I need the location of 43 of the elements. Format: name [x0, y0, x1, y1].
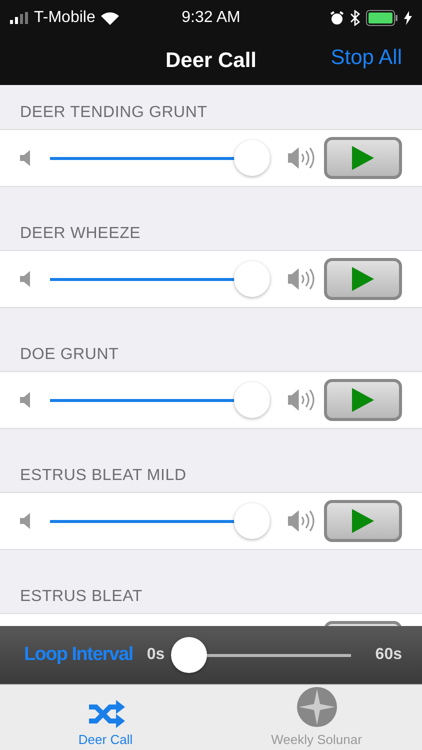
call-name: ESTRUS BLEAT: [20, 588, 142, 606]
speaker-loud-icon: [288, 268, 316, 290]
slider-thumb[interactable]: [170, 636, 207, 672]
screen-title: Deer Call: [165, 48, 257, 72]
play-icon: [352, 388, 374, 412]
bluetooth-icon: [350, 10, 360, 26]
signal-icon: [10, 12, 28, 24]
speaker-icon: [20, 149, 32, 167]
status-time: 9:32 AM: [182, 9, 240, 27]
call-name: DOE GRUNT: [20, 346, 119, 364]
play-button[interactable]: [324, 500, 402, 542]
speaker-icon: [20, 270, 32, 288]
play-button[interactable]: [324, 379, 402, 421]
slider-min-label: 0s: [146, 646, 165, 664]
play-icon: [352, 146, 374, 170]
slider-thumb[interactable]: [234, 382, 270, 418]
tab[interactable]: Weekly Solunar: [211, 685, 422, 750]
slider-thumb[interactable]: [234, 140, 270, 176]
slider-thumb[interactable]: [234, 502, 270, 538]
battery-icon: [366, 10, 398, 26]
speaker-icon: [20, 512, 32, 530]
speaker-icon: [20, 391, 32, 409]
call-name: ESTRUS BLEAT MILD: [20, 467, 186, 485]
alarm-icon: [330, 11, 344, 25]
loop-label: Loop Interval: [24, 644, 133, 666]
slider-max-label: 60s: [375, 646, 402, 664]
call-name: DEER TENDING GRUNT: [20, 104, 208, 122]
shuffle-icon: [86, 700, 124, 728]
play-button[interactable]: [324, 137, 402, 179]
play-icon: [352, 267, 374, 291]
charging-icon: [404, 11, 412, 25]
stop-all-button[interactable]: Stop All: [330, 46, 402, 70]
slider-thumb[interactable]: [234, 260, 270, 296]
speaker-loud-icon: [288, 147, 316, 169]
play-icon: [352, 509, 374, 533]
tab[interactable]: Deer Call: [0, 685, 211, 750]
call-name: DEER WHEEZE: [20, 225, 141, 243]
speaker-loud-icon: [288, 389, 316, 411]
speaker-loud-icon: [288, 510, 316, 532]
play-button[interactable]: [324, 258, 402, 300]
wifi-icon: [101, 11, 120, 25]
carrier-name: T-Mobile: [34, 9, 96, 27]
compass-icon: [296, 686, 338, 728]
